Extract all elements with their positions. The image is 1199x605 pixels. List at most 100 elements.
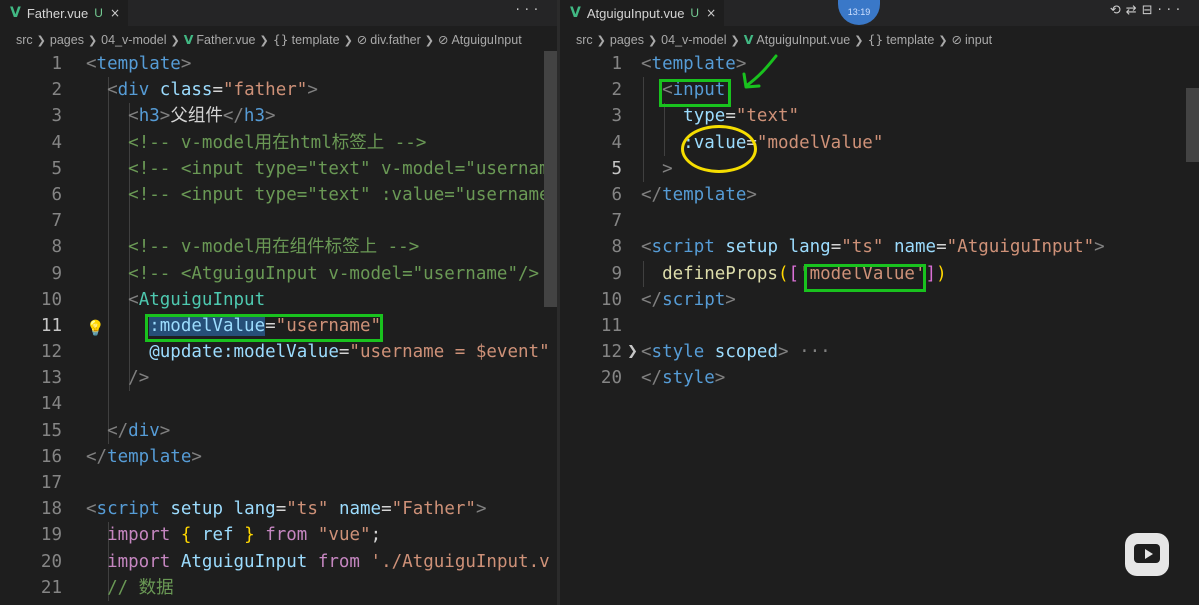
compare-changes-icon[interactable]: ⇄ xyxy=(1126,3,1142,18)
breadcrumb-item-atguigu-input[interactable]: AtguiguInput xyxy=(451,33,521,47)
code-token: </ xyxy=(641,184,663,205)
vue-file-icon: V xyxy=(743,32,754,47)
code-token: "username = $event" xyxy=(349,342,550,363)
chevron-right-icon: ❯ xyxy=(87,34,98,47)
timeline-icon[interactable]: ⟲ xyxy=(1110,3,1126,18)
indent-guide xyxy=(108,208,109,235)
more-actions-icon[interactable]: ··· xyxy=(516,3,543,18)
code-text: :value="modelValue" xyxy=(641,130,883,156)
tab-atguigu-input-vue[interactable]: V AtguiguInput.vue U × xyxy=(560,0,725,26)
split-editor-icon[interactable]: ⊟ xyxy=(1142,3,1158,18)
code-line[interactable]: 1 <template> xyxy=(0,51,557,77)
code-token: { xyxy=(180,525,192,546)
code-token: template xyxy=(662,184,747,205)
code-line[interactable]: 4 :value="modelValue" xyxy=(560,129,1199,156)
code-line[interactable]: 16 </template> xyxy=(0,444,557,470)
code-token: <!-- v-model用在html标签上 --> xyxy=(128,132,427,153)
line-number: 19 xyxy=(40,525,62,546)
code-line[interactable]: 8 <script setup lang="ts" name="AtguiguIn… xyxy=(560,234,1199,260)
code-text: </div> xyxy=(86,418,170,444)
breadcrumb-item-template[interactable]: template xyxy=(886,33,934,47)
breadcrumb-item-pages[interactable]: pages xyxy=(610,33,644,47)
lightbulb-icon[interactable]: 💡 xyxy=(86,315,105,341)
code-line[interactable]: 3 type="text" xyxy=(560,103,1199,130)
code-token: < xyxy=(641,237,652,258)
code-line[interactable]: 10 <AtguiguInput xyxy=(0,286,557,313)
code-line[interactable]: 19 import { ref } from "vue"; xyxy=(0,522,557,549)
breadcrumb-item-file[interactable]: Father.vue xyxy=(196,33,255,47)
fold-chevron-icon[interactable]: ❯ xyxy=(627,339,638,365)
code-line[interactable]: 9 <!-- <AtguiguInput v-model="username"/… xyxy=(0,260,557,287)
tab-filename: Father.vue xyxy=(26,5,89,21)
code-line[interactable]: 15 </div> xyxy=(0,417,557,444)
code-line[interactable]: 18 <script setup lang="ts" name="Father"> xyxy=(0,496,557,522)
code-line[interactable]: 12 @update:modelValue="username = $event… xyxy=(0,339,557,366)
breadcrumb-item-folder[interactable]: 04_v-model xyxy=(101,33,166,47)
code-token: script xyxy=(96,499,160,520)
breadcrumb-item-input[interactable]: input xyxy=(965,33,992,47)
line-number: 2 xyxy=(51,80,62,101)
code-text: import AtguiguInput from './AtguiguInput… xyxy=(86,549,550,575)
close-icon[interactable]: × xyxy=(706,6,716,20)
code-line[interactable]: 13 /> xyxy=(0,365,557,392)
code-line[interactable]: 2 <input xyxy=(560,77,1199,104)
more-actions-icon[interactable]: ··· xyxy=(1158,3,1185,18)
breadcrumb-item-src[interactable]: src xyxy=(576,33,593,47)
code-token: < xyxy=(641,342,652,363)
code-line[interactable]: 12 <style scoped> ··· ❯ xyxy=(560,339,1199,365)
line-number: 9 xyxy=(51,263,62,284)
scrollbar-thumb[interactable] xyxy=(1186,88,1199,162)
breadcrumb-item-folder[interactable]: 04_v-model xyxy=(661,33,726,47)
tab-untracked-badge: U xyxy=(690,6,700,20)
code-line[interactable]: 3 <h3>父组件</h3> xyxy=(0,103,557,130)
code-line[interactable]: 1 <template> xyxy=(560,51,1199,77)
breadcrumb-item-div-father[interactable]: div.father xyxy=(370,33,421,47)
breadcrumb-item-src[interactable]: src xyxy=(16,33,33,47)
line-number: 20 xyxy=(600,368,622,389)
code-token: < xyxy=(107,80,118,101)
code-line[interactable]: 20 </style> xyxy=(560,365,1199,391)
element-icon: ⊘ xyxy=(437,32,449,47)
line-number: 11 xyxy=(40,315,62,336)
indent-guide xyxy=(108,391,109,418)
code-text: // 数据 xyxy=(86,575,174,601)
line-number: 1 xyxy=(51,54,62,74)
element-icon: ⊘ xyxy=(951,32,963,47)
code-line[interactable]: 21 // 数据 xyxy=(0,574,557,601)
code-line[interactable]: 5 > xyxy=(560,155,1199,182)
code-line[interactable]: 5 <!-- <input type="text" v-model="usern… xyxy=(0,155,557,182)
code-line[interactable]: 7 xyxy=(0,208,557,235)
code-line[interactable]: 4 <!-- v-model用在html标签上 --> xyxy=(0,129,557,156)
code-line[interactable]: 2 <div class="father"> xyxy=(0,77,557,104)
code-line[interactable]: 6 <!-- <input type="text" :value="userna… xyxy=(0,181,557,209)
code-line[interactable]: 20 import AtguiguInput from './AtguiguIn… xyxy=(0,548,557,575)
code-token: name xyxy=(893,237,937,258)
code-text: <!-- v-model用在组件标签上 --> xyxy=(86,234,419,260)
code-line[interactable]: 6 </template> xyxy=(560,182,1199,208)
code-token: template xyxy=(651,54,736,74)
breadcrumb-item-pages[interactable]: pages xyxy=(50,33,84,47)
code-line[interactable]: 8 <!-- v-model用在组件标签上 --> xyxy=(0,234,557,261)
code-token: = xyxy=(338,342,350,363)
code-text: <script setup lang="ts" name="AtguiguInp… xyxy=(641,234,1105,260)
scrollbar-thumb[interactable] xyxy=(544,51,557,307)
close-icon[interactable]: × xyxy=(110,6,120,20)
tab-father-vue[interactable]: V Father.vue U × xyxy=(0,0,129,26)
code-token: </ xyxy=(222,106,244,127)
code-token: < xyxy=(86,54,97,74)
tab-untracked-badge: U xyxy=(94,6,103,20)
breadcrumb-item-template[interactable]: template xyxy=(292,33,340,47)
breadcrumb-item-file[interactable]: AtguiguInput.vue xyxy=(756,33,850,47)
code-line[interactable]: 11 xyxy=(560,313,1199,339)
code-token: < xyxy=(86,499,97,520)
code-line[interactable]: 17 xyxy=(0,470,557,496)
code-line[interactable]: 7 xyxy=(560,208,1199,234)
code-token: < xyxy=(641,54,652,74)
code-line[interactable]: 14 xyxy=(0,391,557,418)
code-editor[interactable]: 1 <template> 2 <input 3 type="text" 4 :value… xyxy=(560,51,1199,391)
line-number: 10 xyxy=(600,289,622,310)
